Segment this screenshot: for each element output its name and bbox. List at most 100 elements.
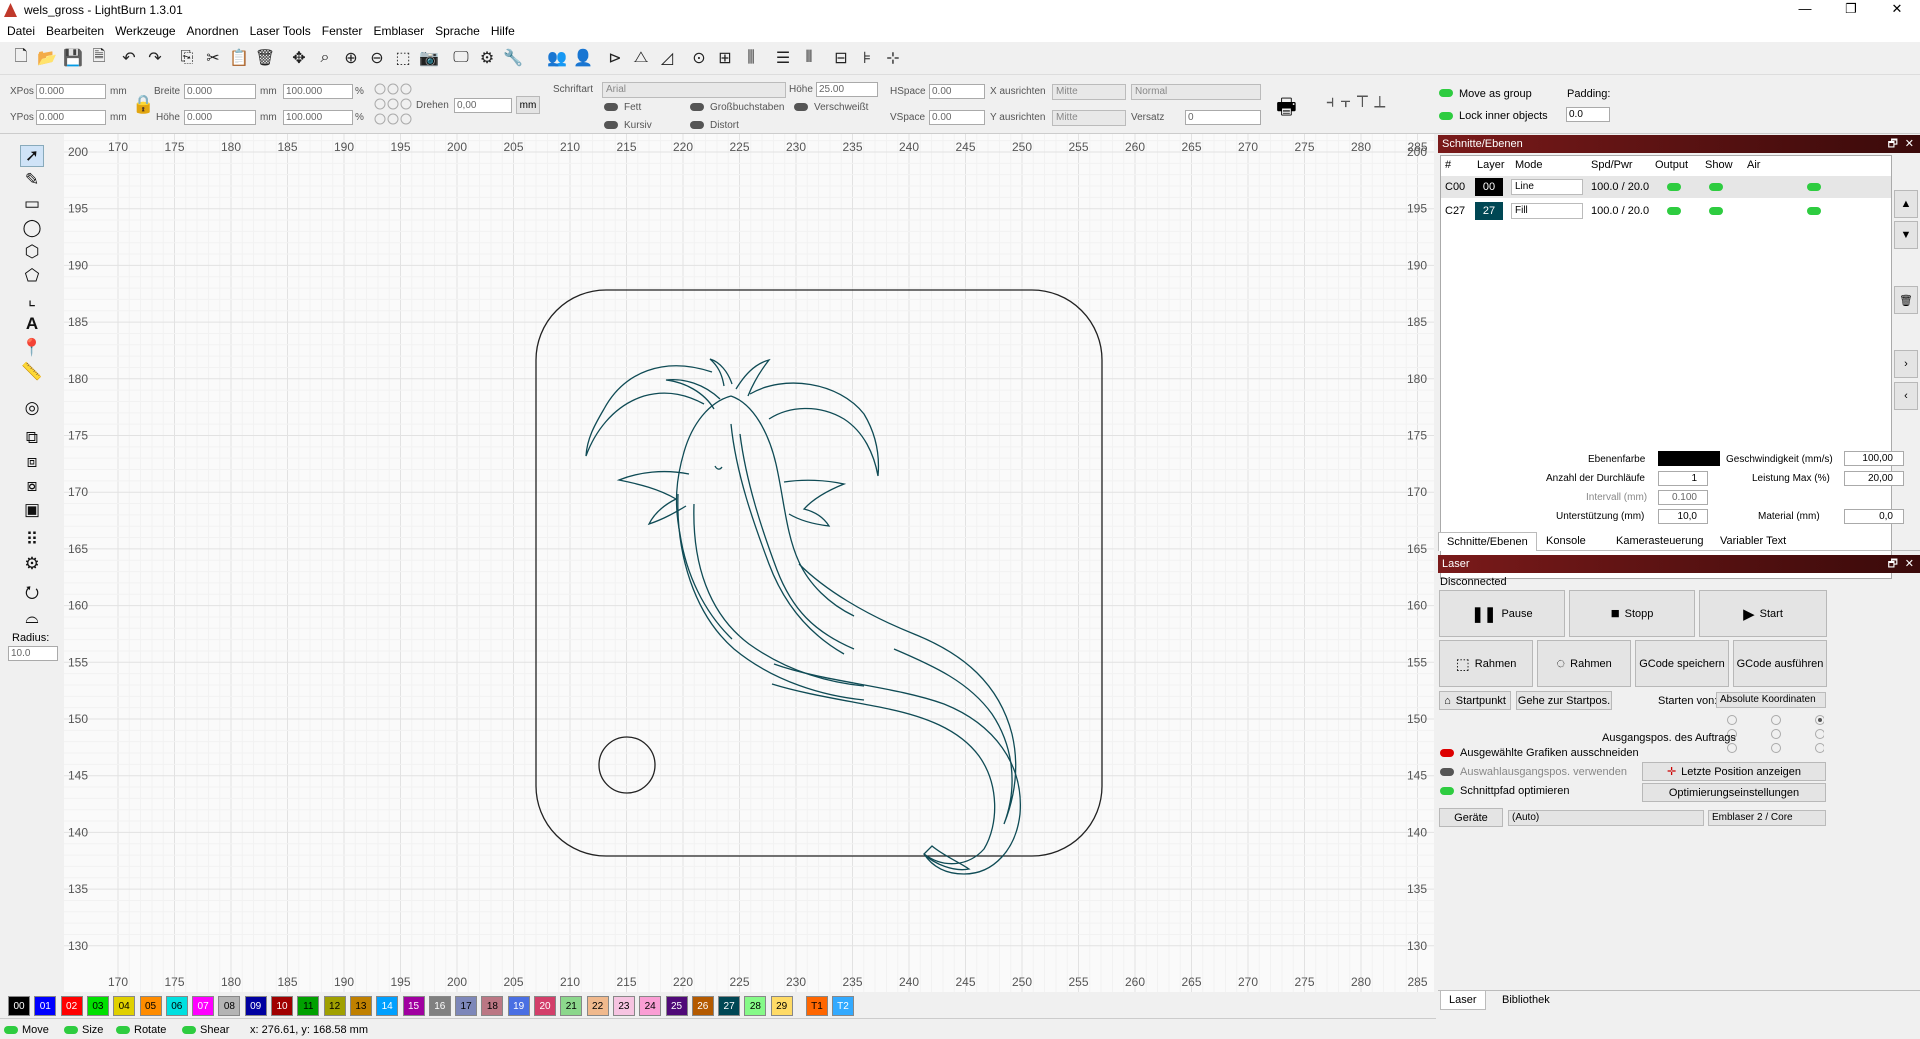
close-window-button[interactable]: ✕ <box>1874 0 1920 20</box>
job-origin-grid[interactable] <box>1724 714 1825 754</box>
layer-chip[interactable]: 27 <box>1475 202 1503 220</box>
show-toggle[interactable] <box>1709 183 1723 191</box>
corner-radius-icon[interactable]: ⌓ <box>20 607 44 629</box>
italic-toggle[interactable] <box>604 121 618 129</box>
move-as-group-toggle[interactable] <box>1439 89 1453 97</box>
mode-select[interactable]: Fill <box>1511 203 1583 219</box>
group-icon[interactable]: 👥 <box>546 47 568 69</box>
scale-width-input[interactable]: 100.000 <box>283 84 353 99</box>
user-icon[interactable]: 👤 <box>572 47 594 69</box>
palette-swatch-18[interactable]: 18 <box>481 996 504 1016</box>
frame-rect-button[interactable]: ⬚ Rahmen <box>1439 640 1533 687</box>
palette-swatch-20[interactable]: 20 <box>534 996 556 1016</box>
undo-icon[interactable]: ↶ <box>118 47 140 69</box>
rotate-status-toggle[interactable] <box>116 1026 130 1034</box>
tab-variable-text[interactable]: Variabler Text <box>1720 535 1786 547</box>
layer-chip[interactable]: 00 <box>1475 178 1503 196</box>
measure-icon[interactable]: 📏 <box>20 361 44 383</box>
text-tool-icon[interactable]: A <box>20 313 44 335</box>
start-button[interactable]: ▶ Start <box>1699 590 1827 637</box>
copy-icon[interactable]: ⎘ <box>176 47 198 69</box>
table-row[interactable]: C27 27 Fill 100.0 / 20.0 <box>1441 200 1891 222</box>
material-input[interactable]: 0,0 <box>1844 509 1904 524</box>
optimize-path-toggle[interactable] <box>1440 787 1454 795</box>
text-mode-select[interactable]: Normal <box>1131 84 1261 100</box>
palette-swatch-21[interactable]: 21 <box>560 996 583 1016</box>
width-input[interactable]: 0.000 <box>184 84 256 99</box>
palette-swatch-05[interactable]: 05 <box>139 996 162 1016</box>
maximize-button[interactable]: ❐ <box>1828 0 1874 20</box>
uppercase-toggle[interactable] <box>690 103 704 111</box>
palette-swatch-12[interactable]: 12 <box>323 996 346 1016</box>
use-selection-origin-toggle[interactable] <box>1440 768 1454 776</box>
passes-input[interactable]: 1 <box>1658 471 1708 486</box>
port-select[interactable]: (Auto) <box>1508 810 1704 826</box>
offset-icon[interactable]: ◎ <box>20 397 44 419</box>
camera-icon[interactable]: 📷 <box>418 47 440 69</box>
palette-swatch-09[interactable]: 09 <box>244 996 267 1016</box>
palette-swatch-27[interactable]: 27 <box>718 996 741 1016</box>
palette-swatch-26[interactable]: 26 <box>691 996 714 1016</box>
hspace-input[interactable]: 0.00 <box>929 84 985 99</box>
size2-icon[interactable]: ⊧ <box>856 47 878 69</box>
palette-swatch-t1[interactable]: T1 <box>806 996 828 1016</box>
menu-fenster[interactable]: Fenster <box>322 24 363 38</box>
open-folder-icon[interactable]: 📂 <box>36 47 58 69</box>
palette-swatch-11[interactable]: 11 <box>297 996 320 1016</box>
boolean-intersect-icon[interactable]: ⧇ <box>20 475 44 497</box>
save-as-icon[interactable]: 🗎 <box>88 47 110 69</box>
yalign-select[interactable]: Mitte <box>1052 110 1126 126</box>
palette-swatch-22[interactable]: 22 <box>586 996 609 1016</box>
edit-nodes-icon[interactable]: ⬠ <box>20 265 44 287</box>
scale-height-input[interactable]: 100.000 <box>283 110 353 125</box>
palette-swatch-10[interactable]: 10 <box>271 996 293 1016</box>
palette-swatch-04[interactable]: 04 <box>113 996 136 1016</box>
ypos-input[interactable]: 0.000 <box>36 110 106 125</box>
redo-icon[interactable]: ↷ <box>144 47 166 69</box>
tab-console[interactable]: Konsole <box>1546 535 1586 547</box>
pause-button[interactable]: ❚❚ Pause <box>1439 590 1565 637</box>
show-toggle[interactable] <box>1709 207 1723 215</box>
palette-swatch-19[interactable]: 19 <box>507 996 530 1016</box>
goto-origin-button[interactable]: Gehe zur Startpos. <box>1516 691 1612 710</box>
align-icon[interactable]: ⊞ <box>714 47 736 69</box>
move-layer-down-icon[interactable]: ▼ <box>1894 221 1918 249</box>
boolean-diff-icon[interactable]: ⧈ <box>20 451 44 473</box>
menu-laser-tools[interactable]: Laser Tools <box>250 24 311 38</box>
pen-icon[interactable]: ✎ <box>20 169 44 191</box>
save-icon[interactable]: 💾 <box>62 47 84 69</box>
font-select[interactable]: Arial <box>602 82 786 98</box>
palette-swatch-13[interactable]: 13 <box>349 996 372 1016</box>
menu-bearbeiten[interactable]: Bearbeiten <box>46 24 104 38</box>
palette-swatch-17[interactable]: 17 <box>455 996 478 1016</box>
palette-swatch-25[interactable]: 25 <box>665 996 688 1016</box>
palette-swatch-15[interactable]: 15 <box>402 996 425 1016</box>
palette-swatch-00[interactable]: 00 <box>8 996 30 1016</box>
move-layer-up-icon[interactable]: ▲ <box>1894 190 1918 218</box>
delete-icon[interactable]: 🗑 <box>254 47 276 69</box>
tab-cuts-layers[interactable]: Schnitte/Ebenen <box>1438 532 1537 551</box>
run-gcode-button[interactable]: GCode ausführen <box>1733 640 1827 687</box>
padding-input[interactable]: 0.0 <box>1566 107 1610 122</box>
close-laser-icon[interactable]: ✕ <box>1905 555 1914 573</box>
select-frame-icon[interactable]: ⬚ <box>392 47 414 69</box>
boolean-union-icon[interactable]: ⧉ <box>20 427 44 449</box>
menu-sprache[interactable]: Sprache <box>435 24 480 38</box>
menu-hilfe[interactable]: Hilfe <box>491 24 515 38</box>
array-grid-icon[interactable]: ⠿ <box>20 529 44 551</box>
rotate-tool-icon[interactable]: ⭮ <box>20 583 44 605</box>
tab-laser[interactable]: Laser <box>1440 991 1486 1010</box>
distribute-icon[interactable]: ⫼ <box>740 47 762 69</box>
xalign-select[interactable]: Mitte <box>1052 84 1126 100</box>
palette-swatch-08[interactable]: 08 <box>218 996 241 1016</box>
support-input[interactable]: 10,0 <box>1658 509 1708 524</box>
save-gcode-button[interactable]: GCode speichern <box>1635 640 1729 687</box>
move-icon[interactable]: ✥ <box>288 47 310 69</box>
stop-button[interactable]: ■ Stopp <box>1569 590 1695 637</box>
air-toggle[interactable] <box>1807 207 1821 215</box>
tab-camera[interactable]: Kamerasteuerung <box>1616 535 1703 547</box>
output-toggle[interactable] <box>1667 207 1681 215</box>
settings-icon[interactable]: ⚙ <box>476 47 498 69</box>
close-cuts-icon[interactable]: ✕ <box>1905 135 1914 153</box>
frame-circle-button[interactable]: ◌ Rahmen <box>1537 640 1631 687</box>
